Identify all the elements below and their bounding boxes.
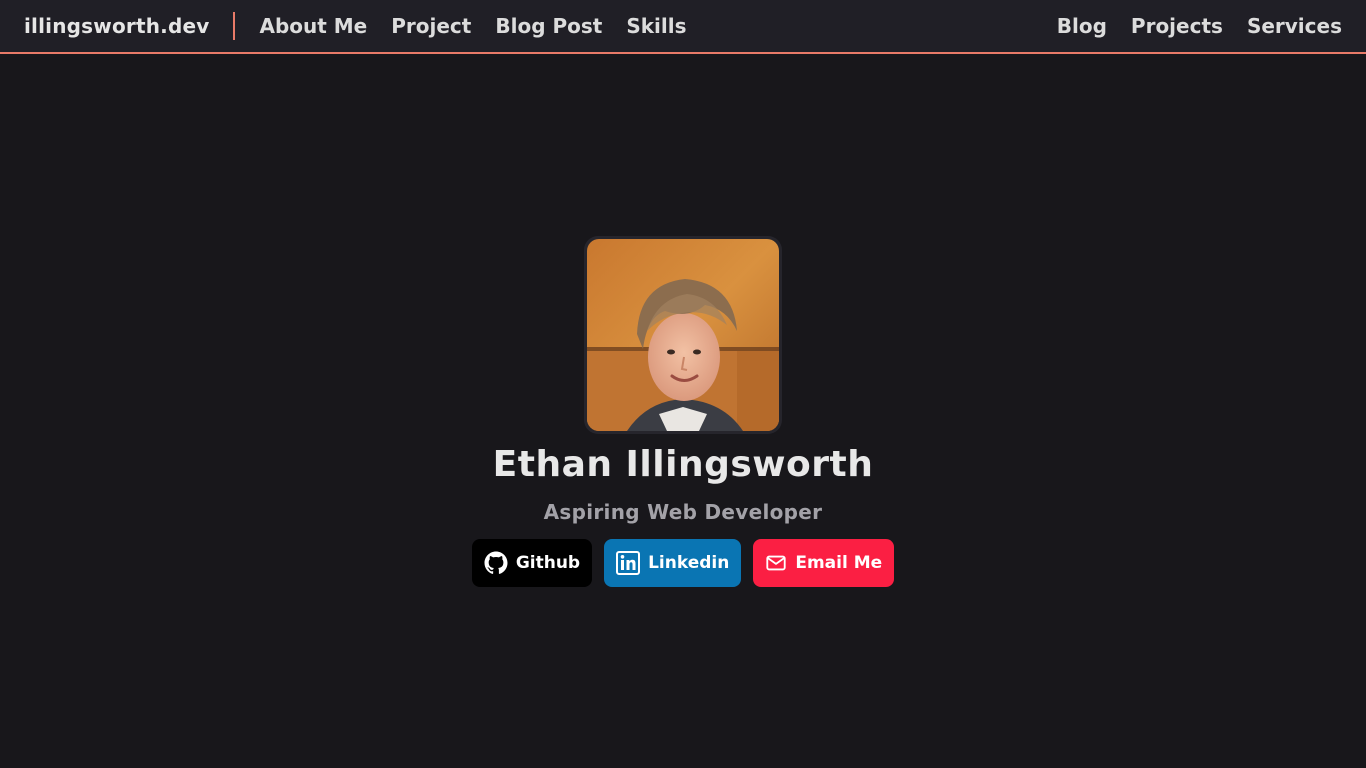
github-button[interactable]: Github bbox=[471, 539, 593, 587]
nav-divider bbox=[233, 12, 236, 40]
email-button-label: Email Me bbox=[795, 553, 883, 573]
linkedin-button-label: Linkedin bbox=[648, 553, 730, 573]
mail-icon bbox=[766, 555, 786, 571]
nav-link-blog[interactable]: Blog bbox=[1057, 14, 1107, 38]
nav-link-blog-post[interactable]: Blog Post bbox=[495, 14, 602, 38]
nav-link-skills[interactable]: Skills bbox=[626, 14, 686, 38]
github-icon bbox=[484, 551, 508, 574]
nav-link-about-me[interactable]: About Me bbox=[259, 14, 367, 38]
email-button[interactable]: Email Me bbox=[753, 539, 895, 587]
brand-link[interactable]: illingsworth.dev bbox=[24, 14, 209, 38]
linkedin-icon bbox=[616, 551, 641, 575]
secondary-nav: Blog Projects Services bbox=[1057, 14, 1342, 38]
nav-link-project[interactable]: Project bbox=[391, 14, 471, 38]
nav-link-projects[interactable]: Projects bbox=[1131, 14, 1223, 38]
primary-nav: About Me Project Blog Post Skills bbox=[259, 14, 686, 38]
hero-section: Ethan Illingsworth Aspiring Web Develope… bbox=[0, 54, 1366, 768]
social-buttons: Github Linkedin Email Me bbox=[0, 539, 1366, 587]
nav-link-services[interactable]: Services bbox=[1247, 14, 1342, 38]
avatar bbox=[587, 239, 779, 431]
profile-tagline: Aspiring Web Developer bbox=[543, 500, 823, 524]
linkedin-button[interactable]: Linkedin bbox=[604, 539, 742, 587]
github-button-label: Github bbox=[515, 553, 581, 573]
top-navbar: illingsworth.dev About Me Project Blog P… bbox=[0, 0, 1366, 54]
avatar-frame bbox=[584, 236, 782, 434]
profile-name: Ethan Illingsworth bbox=[492, 444, 874, 485]
